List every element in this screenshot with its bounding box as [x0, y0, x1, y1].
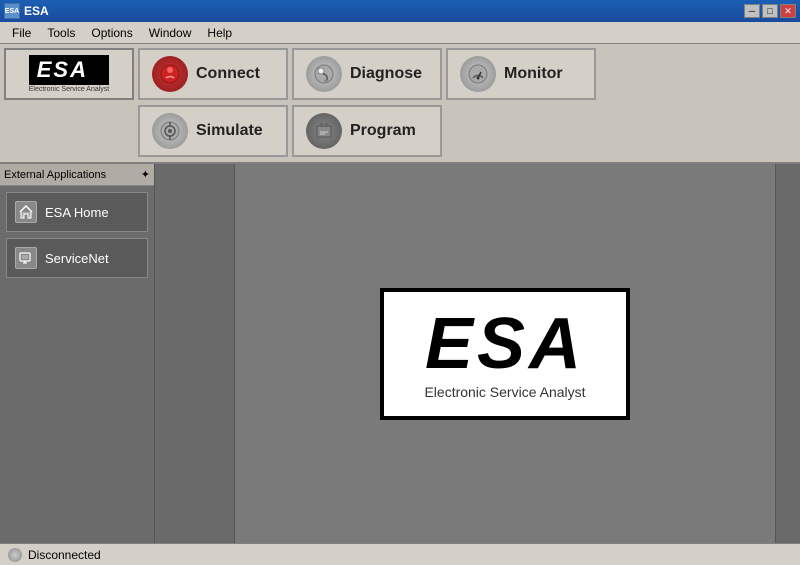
center-panel: ESA Electronic Service Analyst — [235, 164, 775, 543]
sidebar-item-esa-home[interactable]: ESA Home — [6, 192, 148, 232]
toolbar-spacer — [4, 105, 134, 157]
simulate-label: Simulate — [196, 122, 263, 140]
menu-item-file[interactable]: File — [4, 24, 39, 42]
esa-logo-button[interactable]: ESA Electronic Service Analyst — [4, 48, 134, 100]
menu-item-tools[interactable]: Tools — [39, 24, 83, 42]
home-icon — [15, 201, 37, 223]
title-icon: ESA — [4, 3, 20, 19]
sidebar-pin-button[interactable]: ✦ — [141, 168, 150, 181]
servicenet-icon — [15, 247, 37, 269]
close-button[interactable]: ✕ — [780, 4, 796, 18]
center-logo-subtitle: Electronic Service Analyst — [408, 384, 602, 400]
program-label: Program — [350, 122, 416, 140]
right-panel — [775, 164, 800, 543]
program-icon — [306, 113, 342, 149]
title-bar: ESA ESA ─ □ ✕ — [0, 0, 800, 22]
connect-icon — [152, 56, 188, 92]
menu-item-options[interactable]: Options — [83, 24, 140, 42]
diagnose-icon — [306, 56, 342, 92]
title-buttons: ─ □ ✕ — [744, 4, 796, 18]
sidebar-header: External Applications ✦ — [0, 164, 154, 186]
sidebar: External Applications ✦ ESA Home — [0, 164, 155, 543]
menu-item-window[interactable]: Window — [141, 24, 200, 42]
center-logo-text: ESA — [408, 308, 602, 380]
toolbar-row2: Simulate Program — [4, 105, 796, 158]
menu-bar: FileToolsOptionsWindowHelp — [0, 22, 800, 44]
toolbar: ESA Electronic Service Analyst Connect — [0, 44, 800, 164]
simulate-button[interactable]: Simulate — [138, 105, 288, 157]
connect-label: Connect — [196, 65, 260, 83]
restore-button[interactable]: □ — [762, 4, 778, 18]
monitor-icon — [460, 56, 496, 92]
logo-text: ESA — [37, 57, 88, 82]
simulate-icon — [152, 113, 188, 149]
toolbar-row1: ESA Electronic Service Analyst Connect — [4, 48, 796, 101]
sidebar-item-servicenet[interactable]: ServiceNet — [6, 238, 148, 278]
title-bar-left: ESA ESA — [4, 3, 49, 19]
status-text: Disconnected — [28, 548, 101, 562]
connect-button[interactable]: Connect — [138, 48, 288, 100]
main-area: External Applications ✦ ESA Home — [0, 164, 800, 543]
monitor-label: Monitor — [504, 65, 563, 83]
center-logo: ESA Electronic Service Analyst — [380, 288, 630, 420]
sidebar-title: External Applications — [4, 169, 106, 181]
logo-subtitle: Electronic Service Analyst — [29, 86, 110, 93]
status-icon — [8, 548, 22, 562]
minimize-button[interactable]: ─ — [744, 4, 760, 18]
diagnose-label: Diagnose — [350, 65, 422, 83]
status-bar: Disconnected — [0, 543, 800, 565]
left-panel — [155, 164, 235, 543]
esa-home-label: ESA Home — [45, 205, 109, 220]
title-text: ESA — [24, 4, 49, 18]
content-inner: ESA Electronic Service Analyst — [155, 164, 800, 543]
content-area: ESA Electronic Service Analyst — [155, 164, 800, 543]
diagnose-button[interactable]: Diagnose — [292, 48, 442, 100]
servicenet-label: ServiceNet — [45, 251, 109, 266]
program-button[interactable]: Program — [292, 105, 442, 157]
menu-item-help[interactable]: Help — [199, 24, 240, 42]
monitor-button[interactable]: Monitor — [446, 48, 596, 100]
